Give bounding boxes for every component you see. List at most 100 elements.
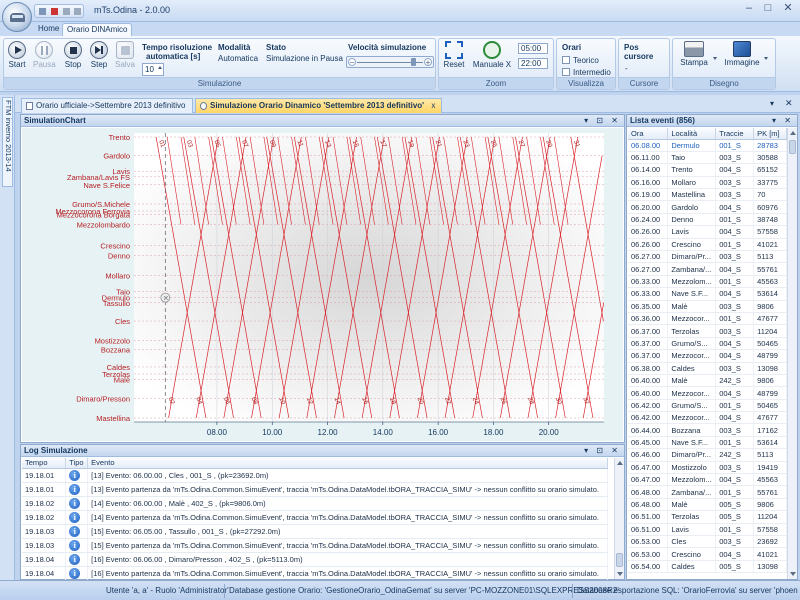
event-row[interactable]: 06.47.00 Mezzolom... 004_S 45563 [628,473,787,487]
event-row[interactable]: 06.37.00 Mezzocor... 004_S 48799 [628,349,787,363]
event-row[interactable]: 06.53.00 Crescino 004_S 41021 [628,547,787,561]
doc-tab-close-icon[interactable]: x [431,101,435,110]
log-row[interactable]: 19.18.03 i [15] Evento partenza da 'mTs.Od… [22,538,608,553]
event-row[interactable]: 06.47.00 Mostizzolo 003_S 19419 [628,461,787,475]
event-row[interactable]: 06.42.00 Grumo/S... 001_S 50465 [628,399,787,413]
event-row[interactable]: 06.26.00 Crescino 001_S 41021 [628,238,787,252]
event-row[interactable]: 06.11.00 Taio 003_S 30588 [628,151,787,165]
event-row[interactable]: 06.20.00 Gardolo 004_S 60976 [628,200,787,214]
event-row[interactable]: 06.45.00 Nave S.F... 001_S 53614 [628,436,787,450]
panel-controls[interactable]: ▾ ⊡ ✕ [584,115,621,127]
stop-button[interactable]: Stop [62,41,84,77]
pausa-button[interactable]: Pausa [33,41,56,77]
event-row[interactable]: 06.16.00 Mollaro 003_S 33775 [628,176,787,190]
stampa-button[interactable]: Stampa [677,41,711,77]
event-row[interactable]: 06.24.00 Denno 001_S 38748 [628,213,787,227]
event-row[interactable]: 06.53.00 Cles 003_S 23692 [628,535,787,549]
simulation-chart[interactable]: 0102030405060708091011121314151617181920… [22,128,623,441]
qat-forward-icon[interactable] [74,8,81,15]
panel-controls[interactable]: ▾ ⊡ ✕ [584,445,621,457]
event-pk: 11204 [753,324,787,338]
log-row[interactable]: 19.18.02 i [14] Evento: 06.00.00 , Malè , … [22,496,608,511]
event-row[interactable]: 06.33.00 Nave S.F... 004_S 53614 [628,287,787,301]
step-button[interactable]: Step [88,41,110,77]
events-scrollbar-thumb[interactable] [789,140,796,154]
slider-minus-icon[interactable]: − [348,58,356,67]
stampa-dropdown-icon[interactable] [713,57,717,60]
log-row[interactable]: 19.18.03 i [15] Evento: 06.05.00 , Tassull… [22,524,608,539]
qat-save-icon[interactable] [39,8,46,15]
side-panel-tab[interactable]: FTM inverno 2013-14 [2,97,13,187]
panel-controls[interactable]: ▾ ✕ [772,115,794,127]
doc-tab-orario-ufficiale[interactable]: Orario ufficiale->Settembre 2013 definit… [21,98,193,113]
velocita-slider[interactable]: − + [346,56,434,68]
log-col-evento[interactable]: Evento [87,458,608,469]
reset-zoom-button[interactable]: Reset [442,41,466,77]
qat-delete-icon[interactable] [51,8,58,15]
event-traccia: 001_S [715,485,755,499]
event-row[interactable]: 06.19.00 Mastellina 003_S 70 [628,188,787,202]
log-scrollbar-thumb[interactable] [616,553,623,567]
event-row[interactable]: 06.48.00 Malè 005_S 9806 [628,498,787,512]
doc-tab-simulazione[interactable]: Simulazione Orario Dinamico 'Settembre 2… [195,98,443,113]
event-row[interactable]: 06.46.00 Dimaro/Pr... 242_S 5113 [628,448,787,462]
events-col-ora[interactable]: Ora [628,128,669,140]
log-col-tempo[interactable]: Tempo [22,458,67,469]
event-row[interactable]: 06.35.00 Malè 003_S 9806 [628,300,787,313]
slider-knob[interactable] [411,58,416,66]
event-row[interactable]: 06.44.00 Bozzana 003_S 17162 [628,423,787,437]
event-traccia: 001_S [715,139,755,152]
tab-orario-dinamico[interactable]: Orario DINAmico [62,23,133,36]
event-row[interactable]: 06.27.00 Zambana/... 004_S 55761 [628,262,787,276]
start-button[interactable]: Start [6,41,28,77]
log-row[interactable]: 19.18.04 i [16] Evento partenza da 'mTs.Od… [22,566,608,581]
event-row[interactable]: 06.38.00 Caldes 003_S 13098 [628,362,787,375]
events-col-traccie[interactable]: Traccie [715,128,755,140]
zoom-time-from[interactable]: 05:00 [518,43,548,54]
log-scrollbar[interactable] [614,458,624,579]
tempo-risoluzione-stepper[interactable]: 10 [142,63,164,76]
zoom-time-to[interactable]: 22:00 [518,58,548,69]
tab-home[interactable]: Home [34,23,63,36]
log-time: 19.18.04 [22,566,67,581]
doc-tabs-menu-icon[interactable]: ▾ [770,99,774,108]
event-row[interactable]: 06.54.00 Caldes 005_S 13098 [628,560,787,574]
info-icon: i [69,483,81,495]
event-row[interactable]: 06.14.00 Trento 004_S 65152 [628,163,787,177]
events-scrollbar[interactable] [787,128,797,579]
log-row[interactable]: 19.18.02 i [14] Evento partenza da 'mTs.Od… [22,510,608,525]
salva-button[interactable]: Salva [114,41,136,77]
maximize-button[interactable]: □ [759,2,777,16]
log-row[interactable]: 19.18.01 i [13] Evento: 06.00.00 , Cles , … [22,468,608,483]
event-row[interactable]: 06.48.00 Zambana/... 001_S 55761 [628,485,787,499]
event-row[interactable]: 06.51.00 Lavis 001_S 57558 [628,523,787,537]
events-col-pk[interactable]: PK [m] [753,128,787,140]
teorico-checkbox[interactable] [562,56,570,64]
immagine-dropdown-icon[interactable] [764,57,768,60]
event-row[interactable]: 06.40.00 Mezzocor... 004_S 48799 [628,386,787,400]
event-row[interactable]: 06.40.00 Malè 242_S 9806 [628,374,787,388]
log-row[interactable]: 19.18.04 i [16] Evento: 06.06.00 , Dimaro/… [22,552,608,567]
doc-tabs-close-icon[interactable]: ✕ [785,98,793,109]
event-ora: 06.42.00 [628,411,669,425]
event-row[interactable]: 06.37.00 Terzolas 003_S 11204 [628,324,787,338]
event-row[interactable]: 06.36.00 Mezzocor... 001_S 47677 [628,312,787,326]
slider-plus-icon[interactable]: + [424,58,432,67]
manuale-x-button[interactable]: Manuale X [472,41,512,77]
event-row[interactable]: 06.51.00 Terzolas 005_S 11204 [628,510,787,524]
qat-back-icon[interactable] [63,8,70,15]
event-row[interactable]: 06.42.00 Mezzocor... 004_S 47677 [628,411,787,425]
event-row[interactable]: 06.26.00 Lavis 004_S 57558 [628,225,787,239]
event-row[interactable]: 06.08.00 Dermulo 001_S 28783 [628,139,787,152]
app-menu-button[interactable] [2,2,32,32]
log-col-tipo[interactable]: Tipo [65,458,89,469]
event-row[interactable]: 06.37.00 Grumo/S... 004_S 50465 [628,337,787,351]
event-row[interactable]: 06.27.00 Dimaro/Pr... 003_S 5113 [628,250,787,264]
event-row[interactable]: 06.33.00 Mezzolom... 001_S 45563 [628,275,787,289]
minimize-button[interactable]: – [740,2,758,16]
events-col-localita[interactable]: Località [667,128,717,140]
immagine-button[interactable]: Immagine [723,41,761,77]
close-button[interactable]: ✕ [779,2,797,16]
intermedio-checkbox[interactable] [562,68,570,76]
log-row[interactable]: 19.18.01 i [13] Evento partenza da 'mTs.Od… [22,482,608,497]
